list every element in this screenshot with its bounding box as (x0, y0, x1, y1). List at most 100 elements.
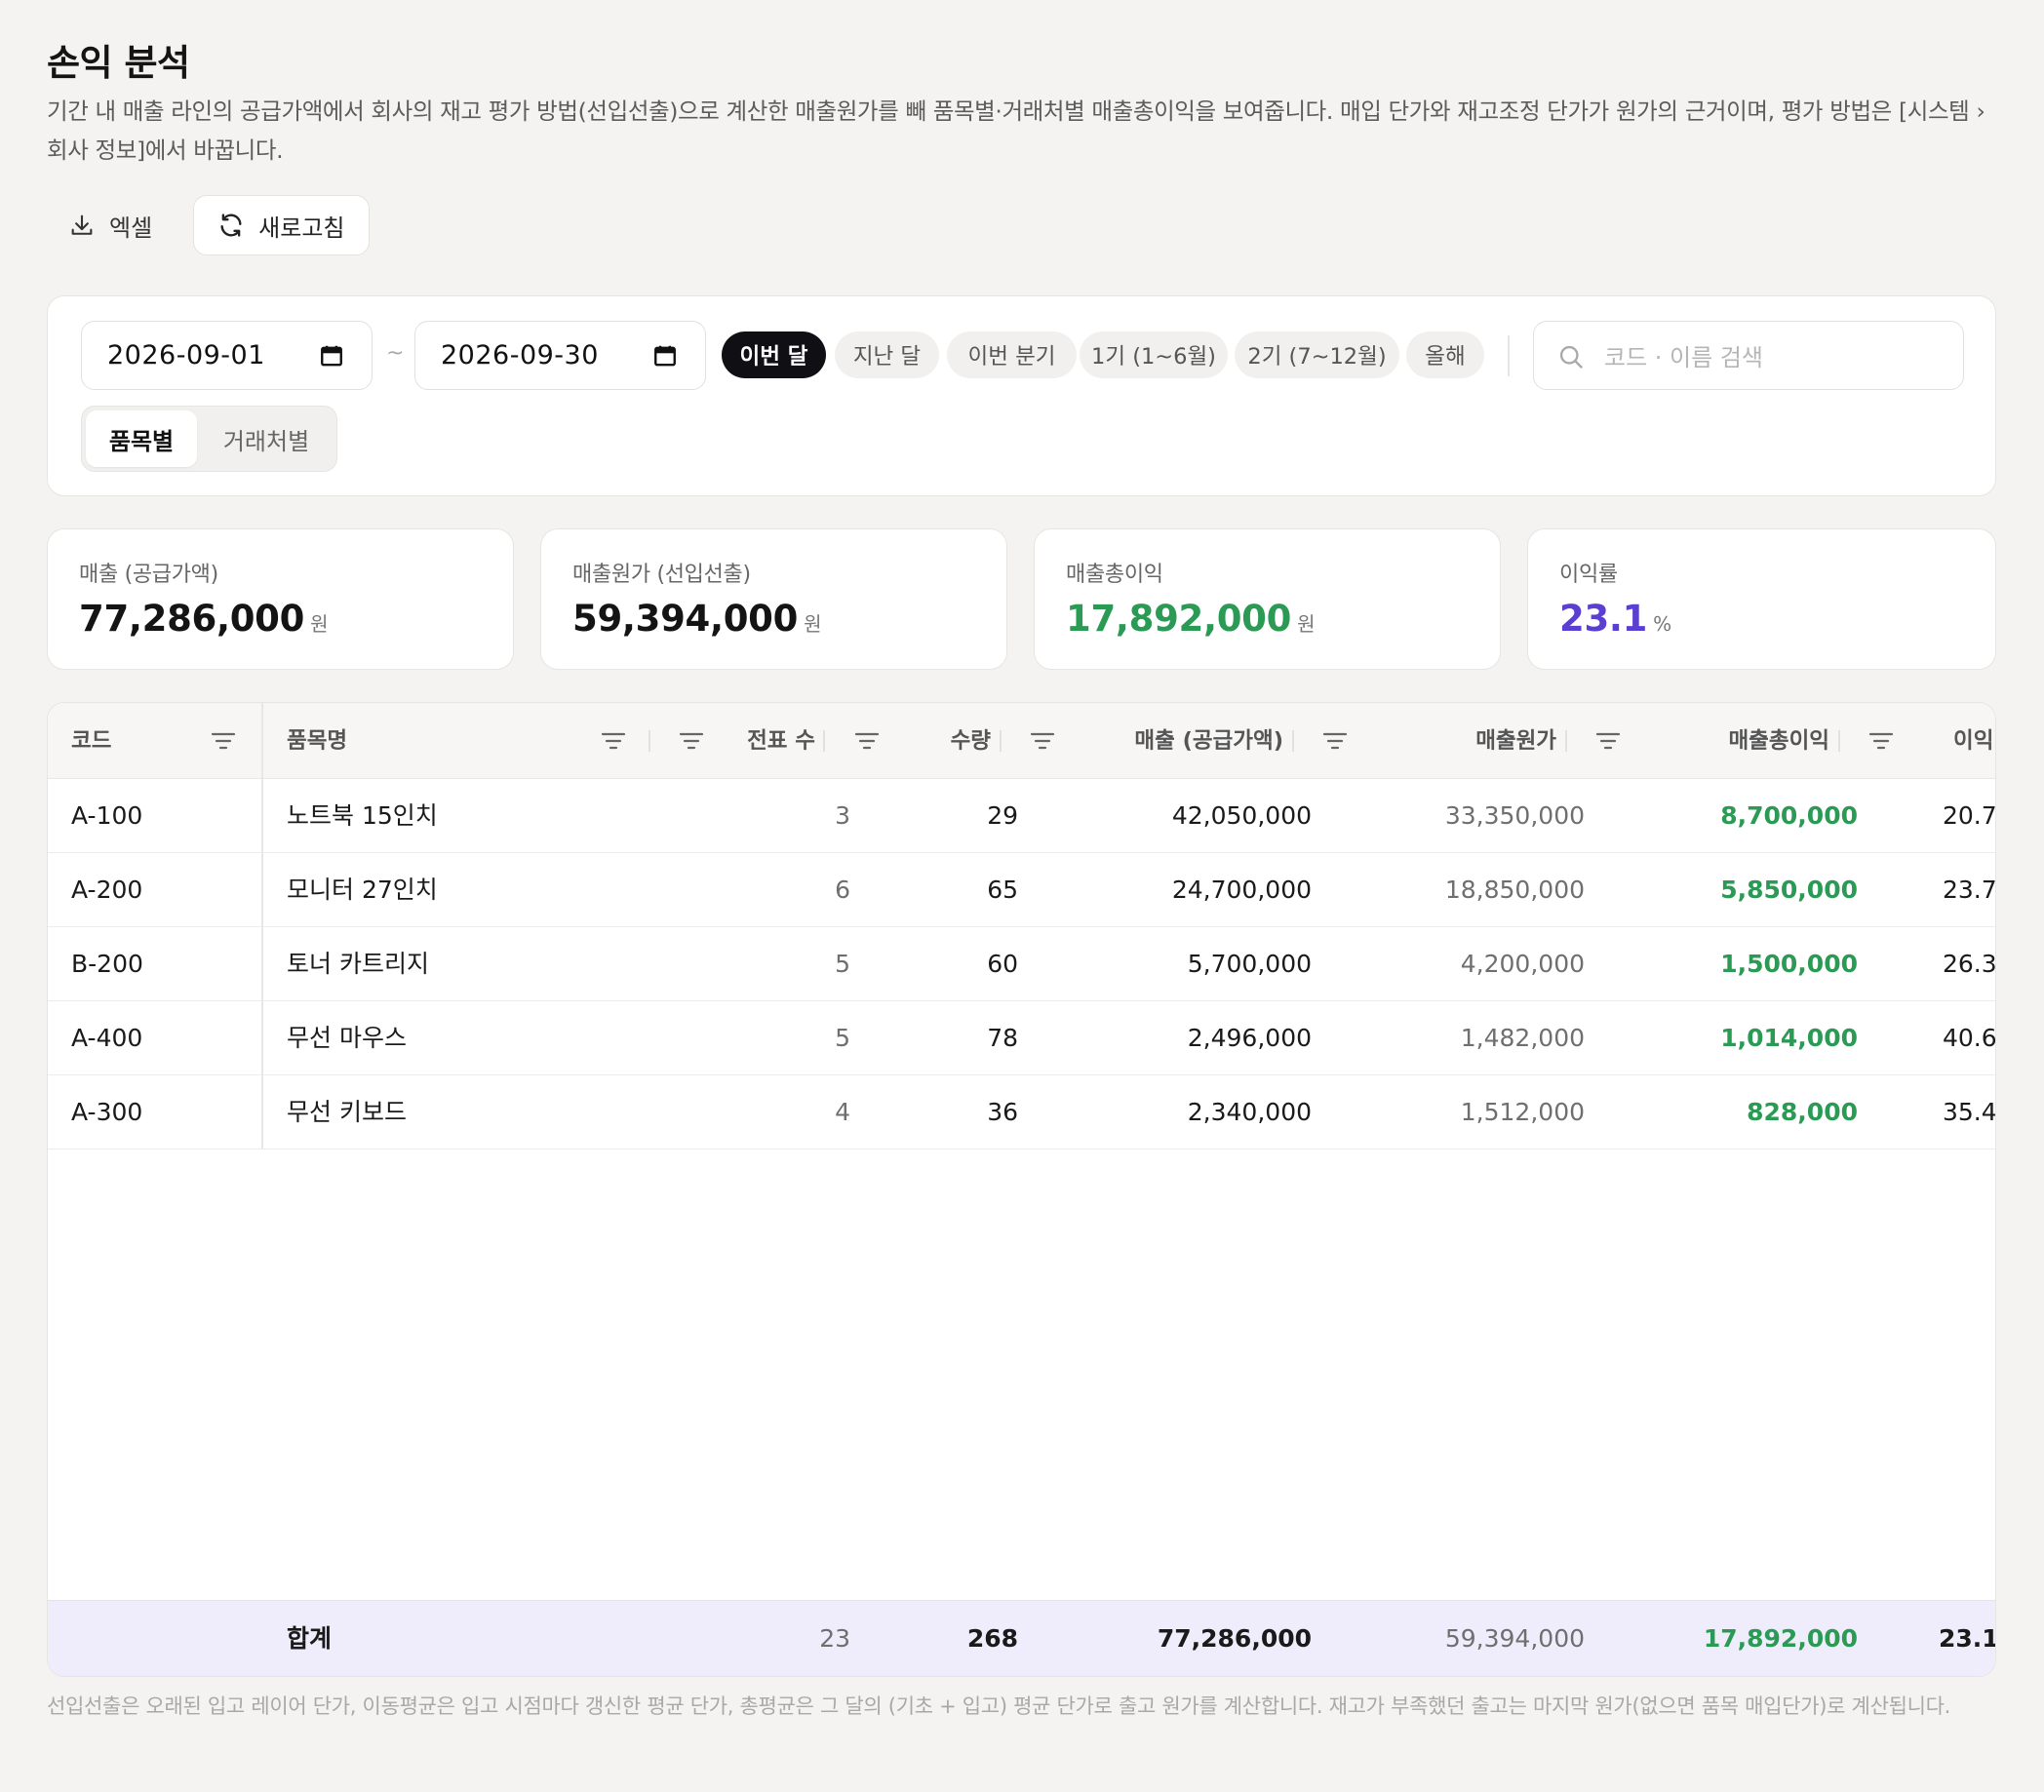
column-divider (1838, 730, 1840, 752)
preset-this-month[interactable]: 이번 달 (722, 331, 826, 378)
col-code-header[interactable]: 코드 (71, 703, 111, 779)
cell-profit: 1,014,000 (1720, 1024, 1858, 1052)
totals-qty: 268 (966, 1624, 1018, 1653)
col-name-header[interactable]: 품목명 (287, 703, 347, 779)
cell-qty: 29 (987, 801, 1018, 830)
column-divider (1000, 730, 1002, 752)
filter-icon[interactable] (1594, 728, 1622, 754)
kpi-gross-profit-label: 매출총이익 (1066, 563, 1163, 587)
cell-cost: 18,850,000 (1444, 876, 1585, 904)
kpi-cost-label: 매출원가 (선입선출) (572, 563, 751, 587)
preset-this-year[interactable]: 올해 (1406, 331, 1484, 378)
kpi-sales-label: 매출 (공급가액) (79, 563, 218, 587)
filter-icon[interactable] (1321, 728, 1349, 754)
page-title: 손익 분석 (47, 42, 190, 84)
filter-divider (1508, 335, 1510, 376)
cell-name: 무선 마우스 (287, 1024, 407, 1052)
cell-slips: 5 (835, 1024, 850, 1052)
kpi-sales-value: 77,286,000 (79, 598, 305, 640)
page-description: 기간 내 매출 라인의 공급가액에서 회사의 재고 평가 방법(선입선출)으로 … (47, 97, 1985, 164)
excel-export-label: 엑셀 (109, 214, 153, 242)
cell-cost: 1,482,000 (1460, 1024, 1585, 1052)
cell-slips: 4 (835, 1098, 850, 1126)
calendar-icon[interactable] (319, 343, 344, 369)
cell-sales: 2,340,000 (1187, 1098, 1312, 1126)
cell-code: A-400 (71, 1024, 143, 1052)
start-date-input[interactable]: 2026-09-01 (81, 321, 373, 390)
table-row[interactable]: A-200 모니터 27인치 6 65 24,700,000 18,850,00… (48, 853, 1995, 927)
date-range-separator: ~ (386, 341, 405, 366)
preset-last-month[interactable]: 지난 달 (835, 331, 939, 378)
refresh-label: 새로고침 (258, 214, 345, 242)
col-margin-header[interactable]: 이익 (1953, 703, 1993, 779)
table-row[interactable]: A-100 노트북 15인치 3 29 42,050,000 33,350,00… (48, 779, 1995, 853)
column-divider (1565, 730, 1567, 752)
table-row[interactable]: B-200 토너 카트리지 5 60 5,700,000 4,200,000 1… (48, 927, 1995, 1001)
search-input[interactable]: 코드 · 이름 검색 (1533, 321, 1964, 390)
cell-cost: 4,200,000 (1460, 950, 1585, 978)
cell-name: 토너 카트리지 (287, 950, 429, 978)
search-placeholder: 코드 · 이름 검색 (1604, 344, 1763, 371)
cell-code: A-200 (71, 876, 143, 904)
filter-icon[interactable] (210, 728, 237, 754)
kpi-margin-label: 이익률 (1559, 563, 1618, 587)
table-totals-row: 합계 23 268 77,286,000 59,394,000 17,892,0… (48, 1600, 1995, 1676)
kpi-gross-profit-card: 매출총이익 17,892,000 원 (1034, 528, 1501, 670)
column-divider (649, 730, 650, 752)
table-header: 코드 품목명 전표 수 수량 매출 (공급가액) 매출원가 매출총이익 이익 (48, 703, 1995, 779)
footnote: 선입선출은 오래된 입고 레이어 단가, 이동평균은 입고 시점마다 갱신한 평… (47, 1695, 1951, 1718)
preset-this-quarter[interactable]: 이번 분기 (947, 331, 1077, 378)
preset-second-half[interactable]: 2기 (7~12월) (1235, 331, 1399, 378)
filter-icon[interactable] (678, 728, 705, 754)
cell-margin: 26.3 (1943, 950, 1996, 978)
profit-table: 코드 품목명 전표 수 수량 매출 (공급가액) 매출원가 매출총이익 이익 A… (47, 702, 1996, 1677)
cell-sales: 5,700,000 (1187, 950, 1312, 978)
cell-margin: 23.7 (1943, 876, 1996, 904)
kpi-cost-unit: 원 (804, 612, 822, 636)
calendar-icon[interactable] (652, 343, 678, 369)
kpi-sales-unit: 원 (310, 612, 329, 636)
view-toggle: 품목별 거래처별 (81, 406, 337, 472)
filter-icon[interactable] (600, 728, 627, 754)
cell-margin: 40.6 (1943, 1024, 1996, 1052)
col-cost-header[interactable]: 매출원가 (1475, 703, 1556, 779)
col-sales-header[interactable]: 매출 (공급가액) (1134, 703, 1283, 779)
column-divider (1292, 730, 1294, 752)
cell-cost: 33,350,000 (1444, 801, 1585, 830)
totals-profit: 17,892,000 (1703, 1624, 1858, 1653)
cell-qty: 78 (987, 1024, 1018, 1052)
tab-by-partner[interactable]: 거래처별 (201, 410, 332, 467)
cell-code: B-200 (71, 950, 143, 978)
end-date-input[interactable]: 2026-09-30 (414, 321, 706, 390)
table-row[interactable]: A-400 무선 마우스 5 78 2,496,000 1,482,000 1,… (48, 1001, 1995, 1075)
cell-qty: 36 (987, 1098, 1018, 1126)
kpi-cost-value: 59,394,000 (572, 598, 799, 640)
col-slips-header[interactable]: 전표 수 (747, 703, 815, 779)
refresh-button[interactable]: 새로고침 (193, 195, 370, 255)
cell-name: 노트북 15인치 (287, 801, 438, 830)
totals-margin: 23.1' (1939, 1624, 1995, 1653)
cell-cost: 1,512,000 (1460, 1098, 1585, 1126)
cell-code: A-100 (71, 801, 143, 830)
cell-slips: 3 (835, 801, 850, 830)
kpi-gross-profit-unit: 원 (1297, 612, 1316, 636)
cell-profit: 8,700,000 (1720, 801, 1858, 830)
preset-first-half[interactable]: 1기 (1~6월) (1080, 331, 1228, 378)
col-qty-header[interactable]: 수량 (951, 703, 991, 779)
cell-profit: 1,500,000 (1720, 950, 1858, 978)
filter-icon[interactable] (853, 728, 881, 754)
kpi-sales-card: 매출 (공급가액) 77,286,000 원 (47, 528, 514, 670)
end-date-value: 2026-09-30 (441, 340, 599, 370)
filter-icon[interactable] (1867, 728, 1895, 754)
filter-icon[interactable] (1029, 728, 1056, 754)
column-divider (823, 730, 825, 752)
col-profit-header[interactable]: 매출총이익 (1728, 703, 1829, 779)
cell-qty: 60 (987, 950, 1018, 978)
cell-slips: 5 (835, 950, 850, 978)
tab-by-item[interactable]: 품목별 (86, 410, 197, 467)
toolbar: 엑셀 새로고침 (47, 195, 1996, 255)
kpi-gross-profit-value: 17,892,000 (1066, 598, 1292, 640)
table-row[interactable]: A-300 무선 키보드 4 36 2,340,000 1,512,000 82… (48, 1075, 1995, 1149)
excel-export-button[interactable]: 엑셀 (47, 195, 176, 255)
filter-panel: 2026-09-01 ~ 2026-09-30 이번 달 지난 달 이번 분기 … (47, 295, 1996, 496)
